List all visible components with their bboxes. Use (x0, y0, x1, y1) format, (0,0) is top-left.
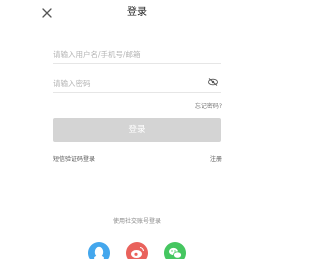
weibo-icon (131, 246, 145, 258)
username-field-container (53, 42, 221, 65)
social-login-row (0, 242, 274, 259)
weibo-login-button[interactable] (126, 242, 148, 259)
qq-login-button[interactable] (88, 242, 110, 259)
username-input[interactable] (53, 44, 221, 65)
wechat-icon (169, 247, 182, 259)
qq-icon (94, 246, 104, 259)
register-link[interactable]: 注册 (210, 154, 222, 163)
sms-login-link[interactable]: 短信验证码登录 (53, 154, 95, 163)
login-button[interactable]: 登录 (53, 118, 221, 142)
social-login-title: 使用社交账号登录 (112, 218, 161, 225)
password-field-container (53, 71, 221, 94)
password-input[interactable] (53, 73, 221, 94)
wechat-login-button[interactable] (164, 242, 186, 259)
page-title: 登录 (127, 7, 147, 18)
eye-off-icon[interactable] (207, 77, 219, 87)
login-screen: 登录 忘记密码? 登录 短信验证码登录 注册 使用社交账号登录 (0, 0, 274, 259)
forgot-password-link[interactable]: 忘记密码? (195, 101, 222, 110)
